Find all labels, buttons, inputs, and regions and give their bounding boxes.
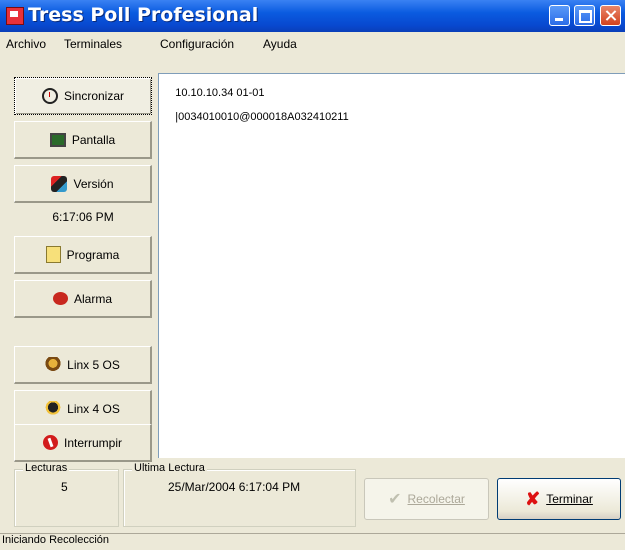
programa-button[interactable]: Programa (14, 236, 152, 274)
clock-icon (41, 88, 58, 104)
alarm-clock-icon (52, 292, 68, 305)
terminar-label: Terminar (546, 492, 593, 506)
menu-terminales[interactable]: Terminales (64, 37, 122, 51)
menu-archivo[interactable]: Archivo (6, 37, 46, 51)
pantalla-label: Pantalla (71, 132, 116, 147)
status-bar: Iniciando Recolección (0, 533, 625, 550)
checkmark-icon: ✔ (388, 491, 402, 508)
close-x-icon: ✘ (525, 488, 541, 509)
programa-label: Programa (66, 247, 120, 262)
menu-ayuda[interactable]: Ayuda (263, 37, 297, 51)
app-icon (6, 7, 24, 25)
sincronizar-label: Sincronizar (63, 89, 125, 103)
version-button[interactable]: Versión (14, 165, 152, 203)
lecturas-value: 5 (61, 480, 68, 494)
alarma-label: Alarma (73, 291, 112, 306)
linux-penguin-icon (45, 356, 62, 373)
ultima-lectura-label: Ultima Lectura (132, 462, 207, 474)
log-data: |0034010010@000018A032410211 (175, 111, 349, 123)
maximize-button[interactable] (574, 5, 595, 26)
version-icon (51, 175, 68, 192)
linx4-label: Linx 4 OS (67, 401, 120, 416)
lecturas-group: Lecturas 5 (14, 462, 119, 527)
interrumpir-button[interactable]: Interrumpir (14, 424, 152, 462)
log-address: 10.10.10.34 01-01 (175, 87, 265, 99)
pantalla-button[interactable]: Pantalla (14, 121, 152, 159)
close-button[interactable] (600, 5, 621, 26)
linx5-button[interactable]: Linx 5 OS (14, 346, 152, 384)
title-bar: Tress Poll Profesional (0, 0, 625, 32)
window-title: Tress Poll Profesional (28, 4, 259, 26)
terminar-button[interactable]: ✘ Terminar (497, 478, 621, 520)
monitor-icon (49, 132, 66, 147)
ultima-lectura-group: Ultima Lectura 25/Mar/2004 6:17:04 PM (123, 462, 356, 527)
linx4-button[interactable]: Linx 4 OS (14, 390, 152, 428)
lecturas-label: Lecturas (23, 462, 70, 474)
menu-configuracion[interactable]: Configuración (160, 37, 234, 51)
menu-bar: Archivo Terminales Configuración Ayuda (0, 33, 625, 55)
linx5-label: Linx 5 OS (67, 357, 120, 372)
recolectar-button[interactable]: ✔ Recolectar (364, 478, 489, 520)
linux-penguin-icon (45, 400, 62, 417)
ultima-lectura-value: 25/Mar/2004 6:17:04 PM (168, 480, 301, 494)
interrumpir-label: Interrumpir (63, 435, 122, 450)
minimize-button[interactable] (549, 5, 570, 26)
version-label: Versión (73, 176, 114, 191)
log-list[interactable]: 10.10.10.34 01-01 |0034010010@000018A032… (158, 73, 625, 458)
list-item[interactable]: 10.10.10.34 01-01 |0034010010@000018A032… (163, 75, 349, 135)
document-icon (45, 246, 61, 263)
recolectar-label: Recolectar (407, 492, 465, 506)
clock-time: 6:17:06 PM (52, 210, 114, 224)
sincronizar-button[interactable]: Sincronizar (14, 77, 152, 115)
stop-icon (42, 435, 58, 450)
alarma-button[interactable]: Alarma (14, 280, 152, 318)
